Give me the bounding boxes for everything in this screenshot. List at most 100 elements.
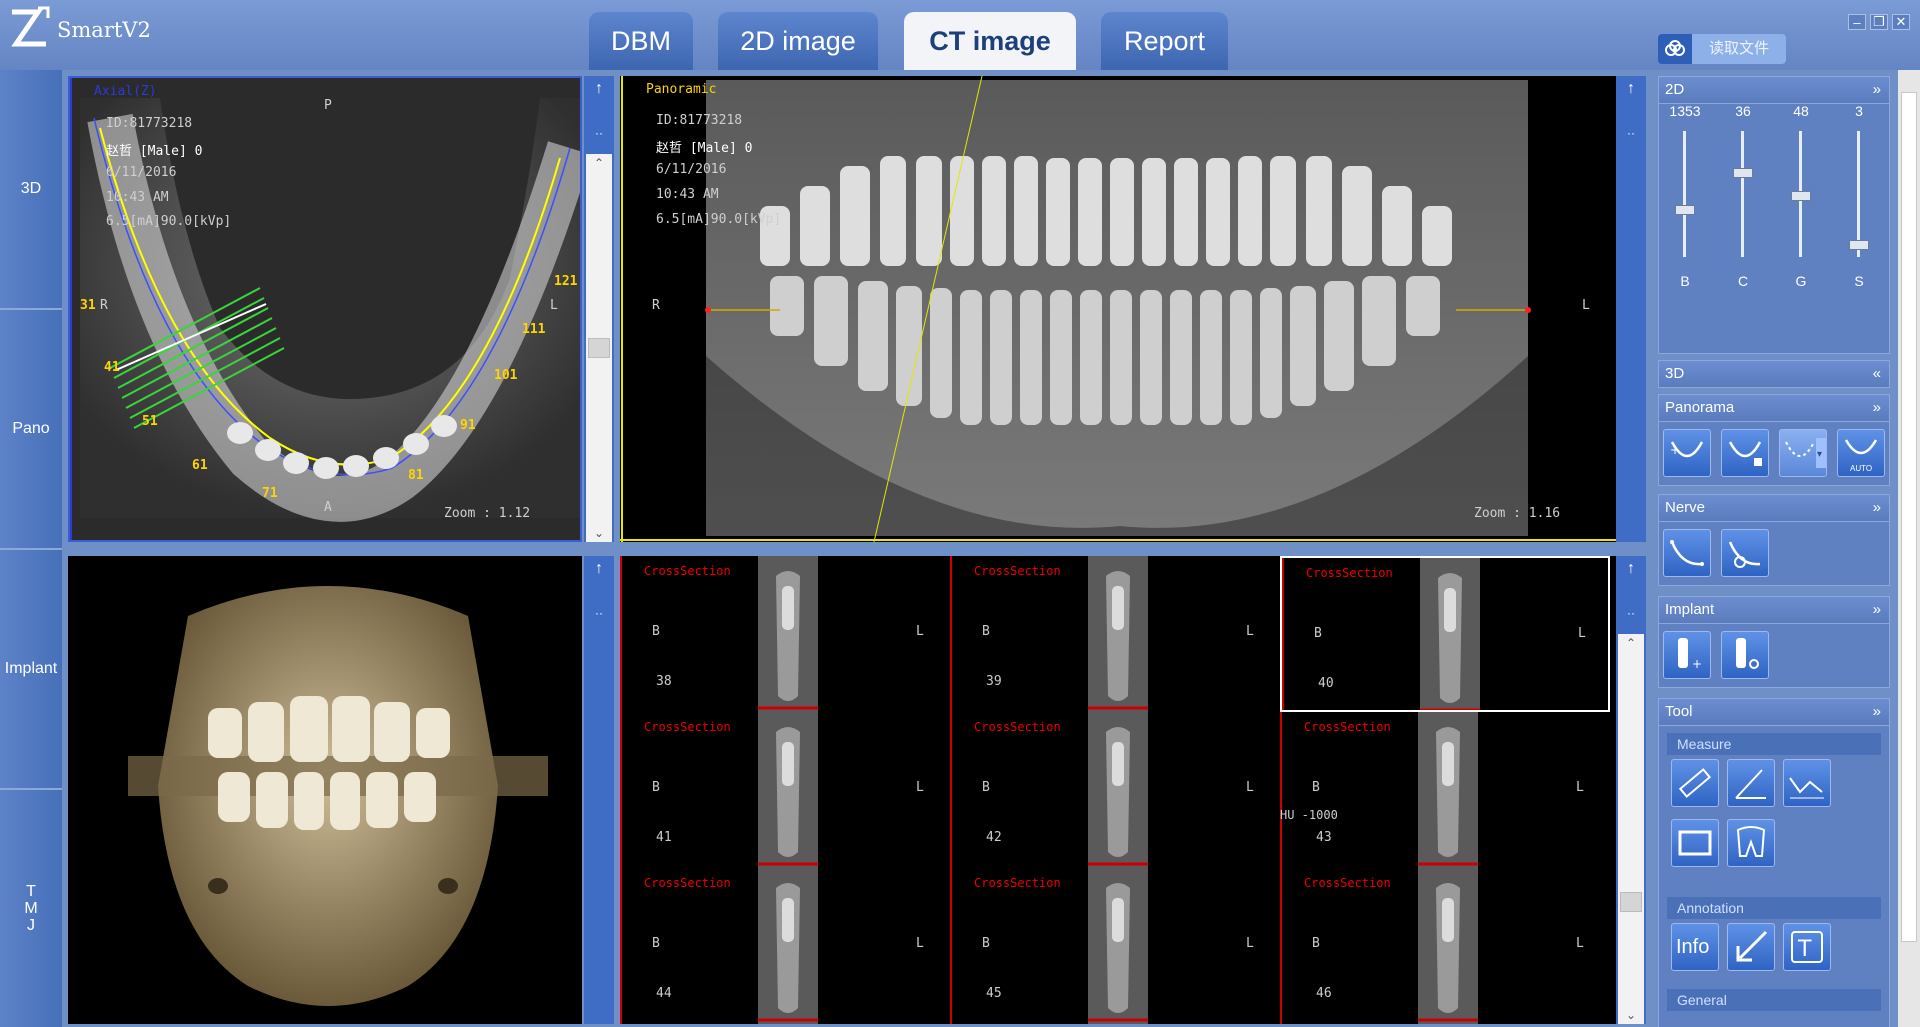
volume-3d-viewport[interactable]	[68, 556, 582, 1024]
volume-3d-more-icon[interactable]: ··	[584, 606, 614, 620]
panoramic-title: Panoramic	[646, 82, 717, 97]
cross-section-expand-icon[interactable]: ↑	[1616, 560, 1646, 578]
lingual-label: L	[916, 624, 924, 639]
slider-thumb-b[interactable]	[1675, 205, 1695, 216]
tooth-icon	[1736, 826, 1766, 857]
section-implant-header[interactable]: Implant »	[1659, 597, 1889, 624]
cross-section-slice	[1088, 868, 1148, 1024]
cross-section-scroll-thumb[interactable]	[1620, 892, 1642, 912]
ruler-button[interactable]	[1671, 759, 1719, 807]
edit-arch-curve-button[interactable]	[1721, 429, 1769, 477]
tooth-density-button[interactable]	[1727, 819, 1775, 867]
angle-button[interactable]	[1727, 759, 1775, 807]
slider-track-c[interactable]	[1741, 131, 1744, 257]
cross-section-cell[interactable]: CrossSection B L 44	[620, 868, 950, 1024]
draw-nerve-button[interactable]	[1663, 529, 1711, 577]
auto-arch-button[interactable]: AUTO	[1837, 429, 1885, 477]
slider-thumb-c[interactable]	[1733, 168, 1753, 179]
cross-section-cell[interactable]: CrossSection B L 40	[1280, 556, 1610, 712]
text-annotation-button[interactable]: T	[1783, 923, 1831, 971]
section-panorama-header[interactable]: Panorama »	[1659, 395, 1889, 422]
axial-scrollbar[interactable]: ⌃ ⌄	[586, 154, 612, 542]
section-tool-header[interactable]: Tool »	[1659, 699, 1889, 726]
buccal-label: B	[1314, 626, 1322, 641]
tab-ct-image[interactable]: CT image	[904, 12, 1076, 70]
axial-viewport[interactable]: Axial(Z) ID:81773218 赵哲 [Male] 0 6/11/20…	[68, 76, 582, 542]
panoramic-viewport[interactable]: Panoramic ID:81773218 赵哲 [Male] 0 6/11/2…	[620, 76, 1616, 542]
slider-value-c: 36	[1735, 103, 1751, 119]
scroll-down-icon[interactable]: ⌄	[1618, 1008, 1644, 1022]
title-bar: SmartV2 DBM 2D image CT image Report – ❐…	[0, 0, 1920, 70]
close-button[interactable]: ✕	[1892, 14, 1910, 30]
rectangle-button[interactable]	[1671, 819, 1719, 867]
cross-section-sidebar: ↑ ·· ⌃ ⌄	[1616, 556, 1646, 1024]
slice-number: 40	[1318, 676, 1334, 691]
cross-section-cell[interactable]: CrossSection B L 46	[1280, 868, 1610, 1024]
arrow-annotation-button[interactable]	[1727, 923, 1775, 971]
collapse-chevron-icon[interactable]: «	[1873, 361, 1881, 387]
arrow-icon	[1736, 930, 1768, 962]
cross-section-more-icon[interactable]: ··	[1616, 606, 1646, 620]
volume-3d-expand-icon[interactable]: ↑	[584, 560, 614, 578]
hu-readout: HU -1000	[1280, 808, 1338, 822]
section-3d-header[interactable]: 3D «	[1659, 361, 1889, 388]
nav-pano[interactable]: Pano	[0, 310, 62, 550]
nav-implant[interactable]: Implant	[0, 550, 62, 790]
cross-section-cell[interactable]: CrossSection B L 39	[950, 556, 1280, 712]
scroll-up-icon[interactable]: ⌃	[586, 156, 612, 170]
panoramic-expand-icon[interactable]: ↑	[1616, 80, 1646, 98]
axial-expand-icon[interactable]: ↑	[584, 80, 614, 98]
edit-nerve-button[interactable]	[1721, 529, 1769, 577]
section-nerve-header[interactable]: Nerve »	[1659, 495, 1889, 522]
tooth-label: 101	[494, 368, 518, 383]
panoramic-more-icon[interactable]: ··	[1616, 126, 1646, 140]
add-arch-curve-button[interactable]: +	[1663, 429, 1711, 477]
nav-3d[interactable]: 3D	[0, 70, 62, 310]
tab-dbm[interactable]: DBM	[589, 12, 693, 70]
cross-section-cell[interactable]: CrossSection B L 38	[620, 556, 950, 712]
arch-curve-dropdown-button[interactable]: ▾	[1779, 429, 1827, 477]
cross-section-cell[interactable]: CrossSection B L 42	[950, 712, 1280, 868]
section-implant: Implant » +	[1658, 596, 1890, 688]
add-implant-button[interactable]: +	[1663, 631, 1711, 679]
slider-thumb-s[interactable]	[1849, 240, 1869, 251]
section-panorama: Panorama » + ▾ AUTO	[1658, 394, 1890, 486]
panel-scrollbar[interactable]	[1898, 70, 1920, 1027]
panoramic-orient-left: R	[652, 298, 660, 313]
polyline-button[interactable]	[1783, 759, 1831, 807]
cross-section-cell[interactable]: CrossSection B L 41	[620, 712, 950, 868]
expand-chevron-icon[interactable]: »	[1873, 699, 1881, 725]
read-file-button[interactable]: 读取文件	[1658, 34, 1786, 64]
slider-track-s[interactable]	[1857, 131, 1860, 257]
axial-scroll-thumb[interactable]	[588, 338, 610, 358]
expand-chevron-icon[interactable]: »	[1873, 495, 1881, 521]
cross-section-marker	[620, 868, 622, 1024]
expand-chevron-icon[interactable]: »	[1873, 597, 1881, 623]
panoramic-date: 6/11/2016	[656, 162, 727, 177]
cross-section-marker	[950, 556, 952, 712]
slider-track-b[interactable]	[1683, 131, 1686, 257]
cross-section-cell[interactable]: CrossSection B L 45	[950, 868, 1280, 1024]
buccal-label: B	[1312, 780, 1320, 795]
tab-2d-image[interactable]: 2D image	[718, 12, 878, 70]
axial-orient-bottom: A	[324, 500, 332, 515]
polyline-icon	[1789, 777, 1824, 799]
tab-report[interactable]: Report	[1101, 12, 1228, 70]
buccal-label: B	[982, 936, 990, 951]
expand-chevron-icon[interactable]: »	[1873, 395, 1881, 421]
axial-sidebar: ↑ ·· ⌃ ⌄	[584, 76, 614, 542]
restore-button[interactable]: ❐	[1870, 14, 1888, 30]
panel-scroll-thumb[interactable]	[1901, 92, 1917, 942]
slider-thumb-g[interactable]	[1791, 191, 1811, 202]
implant-settings-button[interactable]	[1721, 631, 1769, 679]
scroll-down-icon[interactable]: ⌄	[586, 526, 612, 540]
minimize-button[interactable]: –	[1848, 14, 1866, 30]
image-adjust-sliders: 1353 B 36 C 48 G 3 S	[1659, 77, 1891, 355]
info-button[interactable]: Info	[1671, 923, 1719, 971]
panoramic-exposure: 6.5[mA]90.0[kVp]	[656, 212, 782, 227]
cross-section-scrollbar[interactable]: ⌃ ⌄	[1618, 634, 1644, 1024]
scroll-up-icon[interactable]: ⌃	[1618, 636, 1644, 650]
nav-tmj[interactable]: T M J	[0, 790, 62, 1027]
axial-more-icon[interactable]: ··	[584, 126, 614, 140]
cross-section-cell[interactable]: CrossSection B L 43 HU -1000	[1280, 712, 1610, 868]
